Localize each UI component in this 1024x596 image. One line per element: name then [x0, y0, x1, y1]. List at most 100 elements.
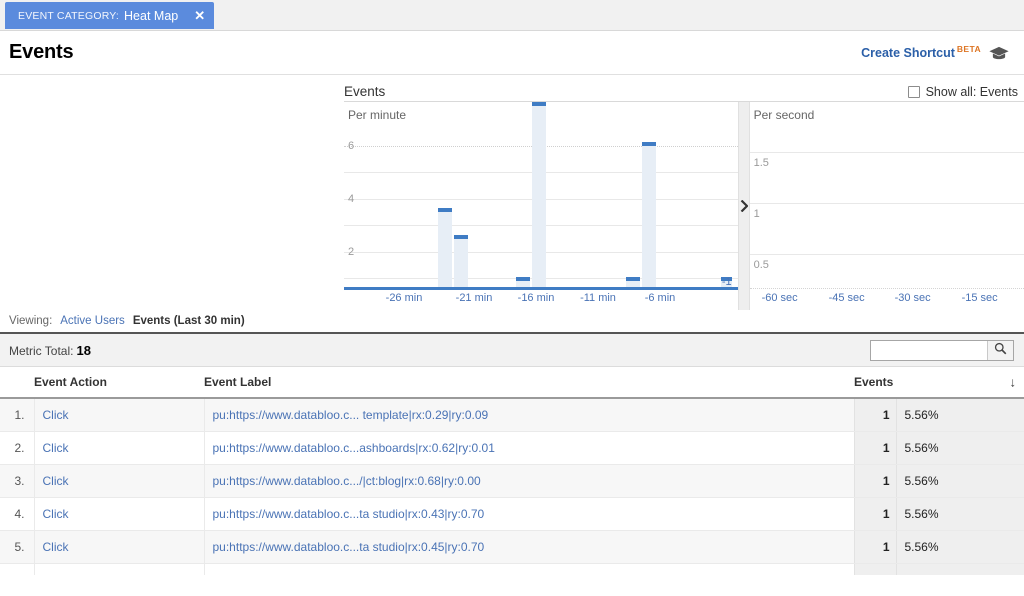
event-label-link[interactable]: pu:https://www.databloo.c... template|rx… — [213, 408, 489, 422]
row-event-label: pu:https://www.databloo.c...ashboards|rx… — [203, 431, 854, 465]
table-row: 4. Click pu:https://www.databloo.c...ta st… — [0, 497, 1024, 531]
row-events-count: 1 — [853, 464, 896, 498]
viewing-tab-events-label: Events (Last 30 min) — [132, 315, 245, 327]
graduation-cap-icon[interactable] — [988, 46, 1010, 60]
page-title: Events — [9, 41, 74, 63]
metric-total: Metric Total: 18 — [9, 343, 91, 358]
row-index: 5. — [0, 530, 35, 564]
close-icon[interactable]: ✕ — [194, 9, 205, 22]
event-action-link[interactable]: Click — [43, 441, 69, 455]
search-icon — [994, 342, 1007, 358]
x-axis — [749, 288, 1024, 289]
row-events-percent: 5.56% — [895, 464, 1024, 498]
chart-bar — [454, 235, 468, 288]
bar-cap — [626, 277, 640, 281]
create-shortcut-label: Create Shortcut — [861, 46, 955, 61]
chart-baseline — [344, 287, 738, 290]
row-event-action: Click — [34, 464, 204, 498]
column-header-percent[interactable]: ↓ — [896, 367, 1024, 399]
y-tick-label: 6 — [348, 140, 355, 152]
event-action-link[interactable]: Click — [43, 540, 69, 554]
bar-cap — [516, 277, 530, 281]
event-label-link[interactable]: pu:https://www.databloo.c...ta studio|rx… — [213, 540, 485, 554]
table-row: 3. Click pu:https://www.databloo.c.../|ct:… — [0, 464, 1024, 498]
viewing-tab-events[interactable]: Events (Last 30 min) — [133, 315, 245, 327]
per-minute-plot: 6 4 2 -26 min -21 min -16 min -11 min -6… — [344, 102, 738, 310]
charts-body: Per minute 6 4 2 -26 min -21 min -16 min… — [344, 102, 1024, 310]
realtime-charts: Events Show all: Events Per minute 6 4 2 — [0, 75, 1024, 310]
row-event-action: Click — [34, 530, 204, 564]
row-event-label: pu:https://www.databloo.c.../|ct:blog|rx… — [203, 464, 854, 498]
viewing-tab-active-users[interactable]: Active Users — [60, 315, 125, 327]
event-action-link[interactable]: Click — [43, 573, 69, 575]
search-input[interactable] — [871, 340, 987, 360]
charts-title: Events — [344, 84, 386, 99]
row-index: 4. — [0, 497, 35, 531]
event-action-link[interactable]: Click — [43, 408, 69, 422]
y-tick-label: 0.5 — [753, 259, 769, 271]
create-shortcut-link[interactable]: Create Shortcut BETA — [861, 44, 981, 60]
gridline — [749, 152, 1024, 153]
event-action-link[interactable]: Click — [43, 474, 69, 488]
x-tick-label: -15 sec — [961, 292, 998, 304]
show-all-checkbox[interactable] — [907, 86, 920, 98]
beta-badge: BETA — [956, 44, 981, 55]
search-button[interactable] — [987, 340, 1013, 360]
table-header-row: Event Action Event Label Events (Last 30… — [0, 367, 1024, 399]
event-label-link[interactable]: pu:https://www.databloo.c.../|ct:blog|rx… — [213, 573, 481, 575]
events-table-container: Event Action Event Label Events (Last 30… — [0, 367, 1024, 575]
row-events-count: 1 — [853, 398, 896, 432]
table-header: Event Action Event Label Events (Last 30… — [0, 367, 1024, 399]
events-table: Event Action Event Label Events (Last 30… — [0, 367, 1024, 575]
event-label-link[interactable]: pu:https://www.databloo.c...ta studio|rx… — [213, 507, 485, 521]
row-events-percent: 5.56% — [895, 563, 1024, 575]
per-second-label: Per second — [753, 108, 815, 122]
event-action-link[interactable]: Click — [43, 507, 69, 521]
y-tick-label: 1.5 — [753, 157, 769, 169]
row-event-action: Click — [34, 563, 204, 575]
chevron-right-icon[interactable] — [737, 102, 750, 310]
event-label-link[interactable]: pu:https://www.databloo.c...ashboards|rx… — [213, 441, 495, 455]
chart-bar — [642, 142, 656, 288]
table-row: 5. Click pu:https://www.databloo.c...ta st… — [0, 530, 1024, 564]
row-index: 2. — [0, 431, 35, 465]
chart-bar — [532, 102, 546, 288]
x-tick-label: -11 min — [580, 292, 616, 304]
x-tick-label: -16 min — [517, 292, 555, 304]
row-index: 1. — [0, 398, 35, 432]
event-label-link[interactable]: pu:https://www.databloo.c.../|ct:blog|rx… — [213, 474, 481, 488]
column-header-event-action[interactable]: Event Action — [34, 367, 204, 399]
per-second-chart: Per second 1.5 1 0.5 -60 sec -45 sec -30… — [749, 102, 1024, 310]
table-row: 2. Click pu:https://www.databloo.c...ashbo… — [0, 431, 1024, 465]
x-tick-label: -45 sec — [828, 292, 865, 304]
row-event-action: Click — [34, 497, 204, 531]
segment-value: Heat Map — [124, 8, 179, 23]
bar-cap — [532, 102, 546, 106]
charts-header: Events Show all: Events — [344, 75, 1024, 102]
show-all-label: Show all: Events — [925, 85, 1018, 99]
y-tick-label: 4 — [348, 193, 355, 205]
table-body: 1. Click pu:https://www.databloo.c... temp… — [0, 398, 1024, 575]
page-header: Events Create Shortcut BETA — [0, 31, 1024, 75]
x-tick-label: -26 min — [385, 292, 423, 304]
segment-chip-event-category[interactable]: EVENT CATEGORY: Heat Map ✕ — [5, 2, 215, 29]
column-header-event-label[interactable]: Event Label — [204, 367, 854, 399]
metric-total-label: Metric Total: — [9, 343, 74, 358]
column-header-index — [0, 367, 34, 399]
segment-category-label: EVENT CATEGORY: — [18, 9, 120, 22]
chart-bar — [438, 208, 452, 288]
row-events-count: 1 — [853, 530, 896, 564]
row-events-count: 1 — [853, 497, 896, 531]
row-index: 3. — [0, 464, 35, 498]
show-all-events-toggle[interactable]: Show all: Events — [907, 85, 1024, 99]
row-events-percent: 5.56% — [895, 530, 1024, 564]
row-event-label: pu:https://www.databloo.c...ta studio|rx… — [203, 497, 854, 531]
per-second-plot: 1.5 1 0.5 -60 sec -45 sec -30 sec -15 se… — [749, 130, 1024, 310]
sort-descending-arrow-icon[interactable]: ↓ — [1010, 375, 1017, 390]
row-events-count: 1 — [853, 563, 896, 575]
column-header-events[interactable]: Events (Last 30 min) — [854, 367, 971, 399]
x-tick-label: -6 min — [644, 292, 676, 304]
per-minute-label: Per minute — [348, 108, 407, 122]
row-event-action: Click — [34, 398, 204, 432]
table-search[interactable] — [870, 339, 1014, 361]
